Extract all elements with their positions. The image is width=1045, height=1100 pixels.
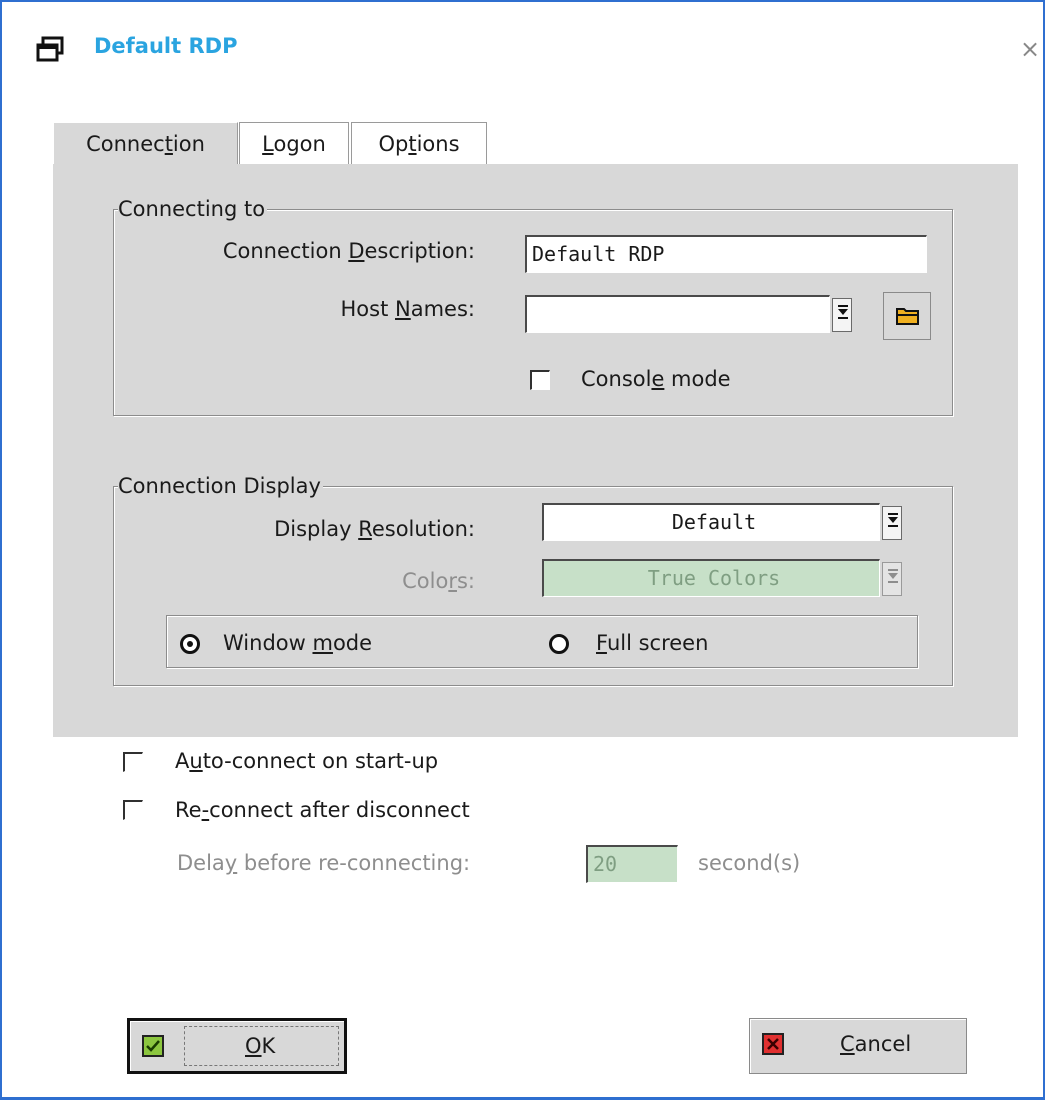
reconnect-label: Re-connect after disconnect	[175, 798, 470, 822]
close-icon	[762, 1033, 784, 1055]
window-title: Default RDP	[94, 34, 238, 58]
tab-panel-connection: Connecting to Connection Description: De…	[53, 164, 1018, 883]
auto-connect-label: Auto-connect on start-up	[175, 749, 439, 773]
colors-label: Colors:	[402, 569, 475, 593]
console-mode-checkbox[interactable]	[530, 370, 550, 390]
window-mode-radio[interactable]	[180, 634, 200, 654]
connection-description-label: Connection Description:	[222, 239, 475, 263]
colors-select: True Colors	[542, 559, 880, 597]
window-icon	[36, 36, 64, 62]
connection-display-legend: Connection Display	[118, 473, 323, 499]
rdp-dialog: Default RDP × Connection Logon Options C…	[0, 0, 1045, 1100]
ok-button[interactable]: OK	[127, 1018, 347, 1074]
host-names-input[interactable]	[525, 295, 830, 333]
tab-options[interactable]: Options	[351, 122, 487, 164]
browse-hosts-button[interactable]	[883, 292, 931, 340]
display-resolution-select[interactable]: Default	[542, 503, 880, 541]
full-screen-label: Full screen	[596, 631, 709, 655]
folder-icon	[896, 308, 919, 325]
connecting-to-legend: Connecting to	[118, 196, 268, 222]
console-mode-label: Console mode	[581, 367, 731, 391]
reconnect-checkbox[interactable]	[123, 800, 143, 820]
host-names-dropdown-button[interactable]	[832, 298, 852, 332]
tab-connection[interactable]: Connection	[53, 122, 238, 166]
close-icon: ×	[1020, 35, 1041, 63]
window-mode-label: Window mode	[223, 631, 373, 655]
display-resolution-label: Display Resolution:	[274, 517, 475, 541]
colors-dropdown-button	[882, 562, 902, 596]
delay-unit-label: second(s)	[698, 851, 801, 875]
delay-input: 20	[586, 845, 678, 883]
ok-label: OK	[245, 1034, 276, 1058]
connection-description-input[interactable]: Default RDP	[525, 235, 927, 273]
full-screen-radio[interactable]	[549, 634, 569, 654]
auto-connect-checkbox[interactable]	[123, 752, 143, 772]
checkmark-icon	[142, 1035, 164, 1057]
title-bar[interactable]: Default RDP ×	[2, 2, 1043, 92]
tab-logon[interactable]: Logon	[239, 122, 349, 164]
radio-selected-dot	[187, 641, 193, 647]
host-names-label: Host Names:	[340, 297, 475, 321]
cancel-button[interactable]: Cancel	[749, 1018, 967, 1074]
delay-label: Delay before re-connecting:	[177, 851, 471, 875]
display-resolution-dropdown-button[interactable]	[882, 506, 902, 540]
cancel-label: Cancel	[840, 1032, 912, 1056]
close-button[interactable]: ×	[1020, 36, 1040, 62]
